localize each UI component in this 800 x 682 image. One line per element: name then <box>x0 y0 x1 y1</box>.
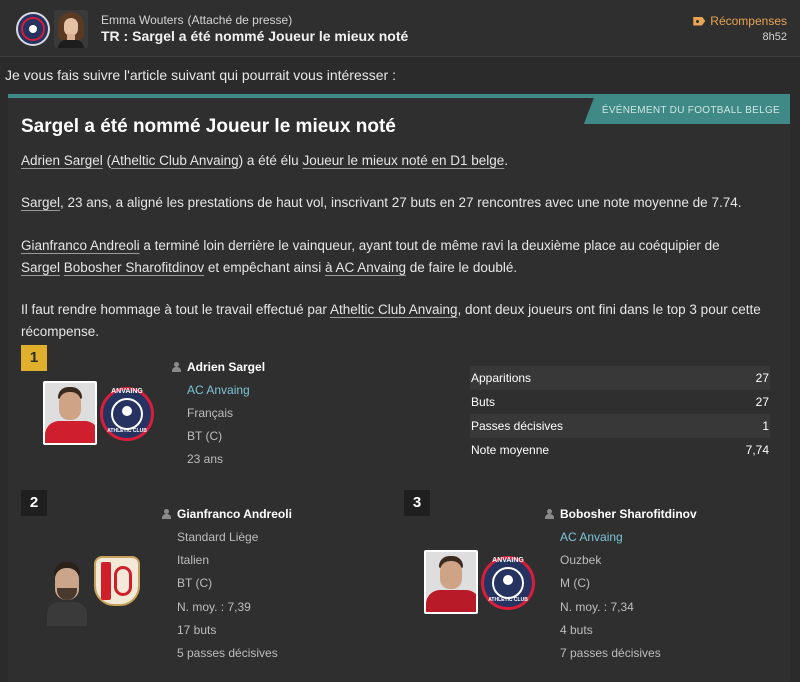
club-crest-icon[interactable]: ANVAING ATHLETIC CLUB <box>100 387 154 441</box>
message-time: 8h52 <box>762 31 787 43</box>
player-link[interactable]: Adrien Sargel <box>21 153 103 168</box>
club-crest-icon[interactable]: ANVAING ATHLETIC CLUB <box>481 556 535 610</box>
sender-line: Emma Wouters (Attaché de presse) <box>101 13 292 27</box>
sender-role: (Attaché de presse) <box>187 13 293 27</box>
player-club-link[interactable]: AC Anvaing <box>560 530 623 544</box>
crest-text: ATHLETIC CLUB <box>488 597 528 603</box>
club-link[interactable]: Atheltic Club Anvaing <box>330 302 458 317</box>
player-club-link[interactable]: Standard Liège <box>177 530 258 544</box>
player-name[interactable]: Adrien Sargel <box>171 360 265 374</box>
person-icon <box>161 509 171 519</box>
sender-name[interactable]: Emma Wouters <box>101 13 183 27</box>
article-paragraph-1: Adrien Sargel (Atheltic Club Anvaing) a … <box>21 153 509 168</box>
stat-row: Note moyenne 7,74 <box>470 438 770 462</box>
player-name-text[interactable]: Adrien Sargel <box>187 360 265 374</box>
stat-row: Passes décisives 1 <box>470 414 770 438</box>
stat-value: 27 <box>755 371 769 385</box>
player-goals: 4 buts <box>560 623 593 637</box>
crest-text: ANVAING <box>111 388 143 395</box>
player-position: BT (C) <box>187 429 223 443</box>
article-paragraph-4: Il faut rendre hommage à tout le travail… <box>21 299 781 343</box>
person-icon <box>171 362 181 372</box>
player-photo[interactable] <box>43 381 97 445</box>
player-assists: 7 passes décisives <box>560 646 661 660</box>
stat-value: 7,74 <box>745 443 769 457</box>
award-link[interactable]: Joueur le mieux noté en D1 belge <box>302 153 504 168</box>
rank-badge: 1 <box>21 345 47 371</box>
player-name[interactable]: Bobosher Sharofitdinov <box>544 507 697 521</box>
stat-label: Apparitions <box>471 371 532 385</box>
player-link[interactable]: Sargel <box>21 260 60 275</box>
text: . <box>504 153 509 168</box>
player-position: BT (C) <box>177 576 213 590</box>
stat-label: Note moyenne <box>471 443 550 457</box>
club-crest-icon <box>16 12 50 46</box>
player-name-text[interactable]: Gianfranco Andreoli <box>177 507 292 521</box>
player-link[interactable]: Bobosher Sharofitdinov <box>64 260 204 275</box>
player-link[interactable]: Sargel <box>21 195 60 210</box>
player-position: M (C) <box>560 576 590 590</box>
stat-label: Buts <box>471 395 496 409</box>
crest-text: ANVAING <box>492 557 524 564</box>
club-link[interactable]: Atheltic Club Anvaing <box>111 153 239 168</box>
text: et empêchant ainsi <box>204 260 325 275</box>
intro-text: Je vous fais suivre l'article suivant qu… <box>5 67 396 83</box>
player-photo[interactable] <box>424 550 478 614</box>
player-goals: 17 buts <box>177 623 217 637</box>
club-crest-icon[interactable] <box>94 556 140 606</box>
stat-row: Apparitions 27 <box>470 366 770 390</box>
stat-value: 27 <box>755 395 769 409</box>
news-article-card: ÉVÉNEMENT DU FOOTBALL BELGE Sargel a été… <box>8 94 790 682</box>
player-club-link[interactable]: AC Anvaing <box>187 383 250 397</box>
message-header: Emma Wouters (Attaché de presse) TR : Sar… <box>0 0 800 57</box>
text: Il faut rendre hommage à tout le travail… <box>21 302 330 317</box>
player-name-text[interactable]: Bobosher Sharofitdinov <box>560 507 697 521</box>
player-assists: 5 passes décisives <box>177 646 278 660</box>
person-icon <box>544 509 554 519</box>
player-nationality: Italien <box>177 553 210 567</box>
article-paragraph-2: Sargel, 23 ans, a aligné les prestations… <box>21 192 781 214</box>
text: a terminé loin derrière le vainqueur, ay… <box>139 238 720 253</box>
rewards-label[interactable]: Récompenses <box>710 14 787 28</box>
player-name[interactable]: Gianfranco Andreoli <box>161 507 292 521</box>
crest-text: ATHLETIC CLUB <box>107 428 147 434</box>
stats-table: Apparitions 27 Buts 27 Passes décisives 1 N… <box>470 366 770 462</box>
article-paragraph-3: Gianfranco Andreoli a terminé loin derri… <box>21 235 781 279</box>
text: , 23 ans, a aligné les prestations de ha… <box>60 195 742 210</box>
player-rating: N. moy. : 7,39 <box>177 600 251 614</box>
rank-badge: 2 <box>21 490 47 516</box>
text: de faire le doublé. <box>406 260 518 275</box>
stat-row: Buts 27 <box>470 390 770 414</box>
stat-label: Passes décisives <box>471 419 564 433</box>
club-link[interactable]: à AC Anvaing <box>325 260 406 275</box>
player-photo[interactable] <box>47 562 87 626</box>
rewards-link[interactable]: Récompenses <box>693 14 787 28</box>
player-rating: N. moy. : 7,34 <box>560 600 634 614</box>
player-nationality: Français <box>187 406 234 420</box>
rank-badge: 3 <box>404 490 430 516</box>
stat-value: 1 <box>762 419 769 433</box>
category-tag: ÉVÉNEMENT DU FOOTBALL BELGE <box>583 98 790 124</box>
text: a été élu <box>243 153 303 168</box>
article-title: Sargel a été nommé Joueur le mieux noté <box>21 116 396 137</box>
tag-icon <box>693 16 706 26</box>
player-age: 23 ans <box>187 452 224 466</box>
sender-avatar[interactable] <box>54 10 88 48</box>
player-link[interactable]: Gianfranco Andreoli <box>21 238 140 253</box>
message-subject: TR : Sargel a été nommé Joueur le mieux … <box>101 28 409 44</box>
player-nationality: Ouzbek <box>560 553 602 567</box>
